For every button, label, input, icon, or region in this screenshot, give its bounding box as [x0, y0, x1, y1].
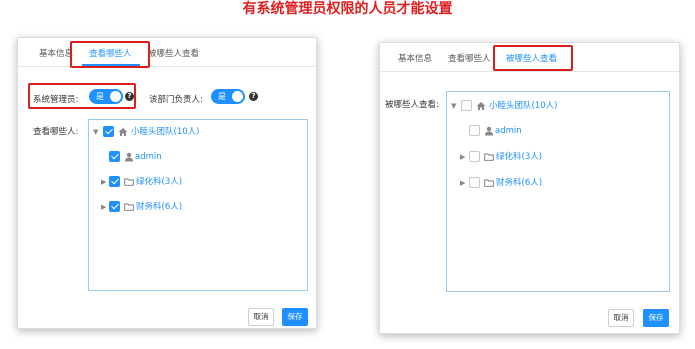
- dept-head-toggle[interactable]: 是: [211, 89, 245, 104]
- checkbox[interactable]: [109, 151, 120, 162]
- tab-bar: 基本信息 查看哪些人 被哪些人查看: [18, 38, 316, 67]
- checkbox[interactable]: [103, 126, 114, 137]
- checkbox[interactable]: [461, 100, 472, 111]
- folder-icon: [124, 178, 134, 186]
- toggle-knob: [232, 91, 243, 102]
- expand-arrow-icon[interactable]: ▶: [101, 178, 106, 186]
- page-title: 有系统管理员权限的人员才能设置: [242, 1, 453, 17]
- dept-head-label: 该部门负责人:: [149, 95, 203, 105]
- checkbox[interactable]: [109, 201, 120, 212]
- tree-label: 查看哪些人:: [33, 127, 79, 137]
- save-button[interactable]: 保存: [643, 309, 669, 327]
- expand-arrow-icon[interactable]: ▶: [101, 203, 106, 211]
- home-icon: [476, 102, 486, 110]
- highlight-box-tab: [493, 45, 573, 71]
- folder-icon: [484, 179, 494, 187]
- folder-icon: [124, 203, 134, 211]
- expand-arrow-icon[interactable]: ▼: [451, 102, 456, 110]
- cancel-button[interactable]: 取消: [248, 308, 274, 326]
- checkbox[interactable]: [469, 151, 480, 162]
- user-icon: [485, 126, 493, 136]
- tree-label: 被哪些人查看:: [385, 100, 439, 110]
- home-icon: [118, 128, 128, 136]
- expand-arrow-icon[interactable]: ▼: [93, 128, 98, 136]
- folder-icon: [484, 153, 494, 161]
- org-tree: ▼ 小睦头团队(10人) admin ▶ 绿化科(3人) ▶ 财务科(6人): [446, 91, 670, 292]
- tab-viewed-by[interactable]: 被哪些人查看: [148, 47, 199, 59]
- checkbox[interactable]: [109, 176, 120, 187]
- org-tree: ▼ 小睦头团队(10人) admin ▶ 绿化科(3人) ▶ 财务科(6人): [88, 119, 308, 291]
- cancel-button[interactable]: 取消: [608, 309, 634, 327]
- checkbox[interactable]: [469, 125, 480, 136]
- highlight-box-sys-admin: [28, 83, 136, 109]
- expand-arrow-icon[interactable]: ▶: [460, 153, 465, 161]
- save-button[interactable]: 保存: [282, 308, 308, 326]
- user-icon: [125, 152, 133, 162]
- highlight-box-tab: [70, 41, 150, 68]
- help-icon[interactable]: ?: [249, 92, 258, 101]
- tab-basic-info[interactable]: 基本信息: [39, 47, 73, 59]
- expand-arrow-icon[interactable]: ▶: [460, 179, 465, 187]
- checkbox[interactable]: [469, 177, 480, 188]
- right-panel: 基本信息 查看哪些人 被哪些人查看 被哪些人查看: ▼ 小睦头团队(10人) a…: [379, 42, 680, 334]
- tab-view-whom[interactable]: 查看哪些人: [448, 52, 491, 64]
- tab-basic-info[interactable]: 基本信息: [398, 52, 432, 64]
- left-panel: 基本信息 查看哪些人 被哪些人查看 系统管理员: 是 ? 该部门负责人: 是 ?…: [17, 37, 317, 329]
